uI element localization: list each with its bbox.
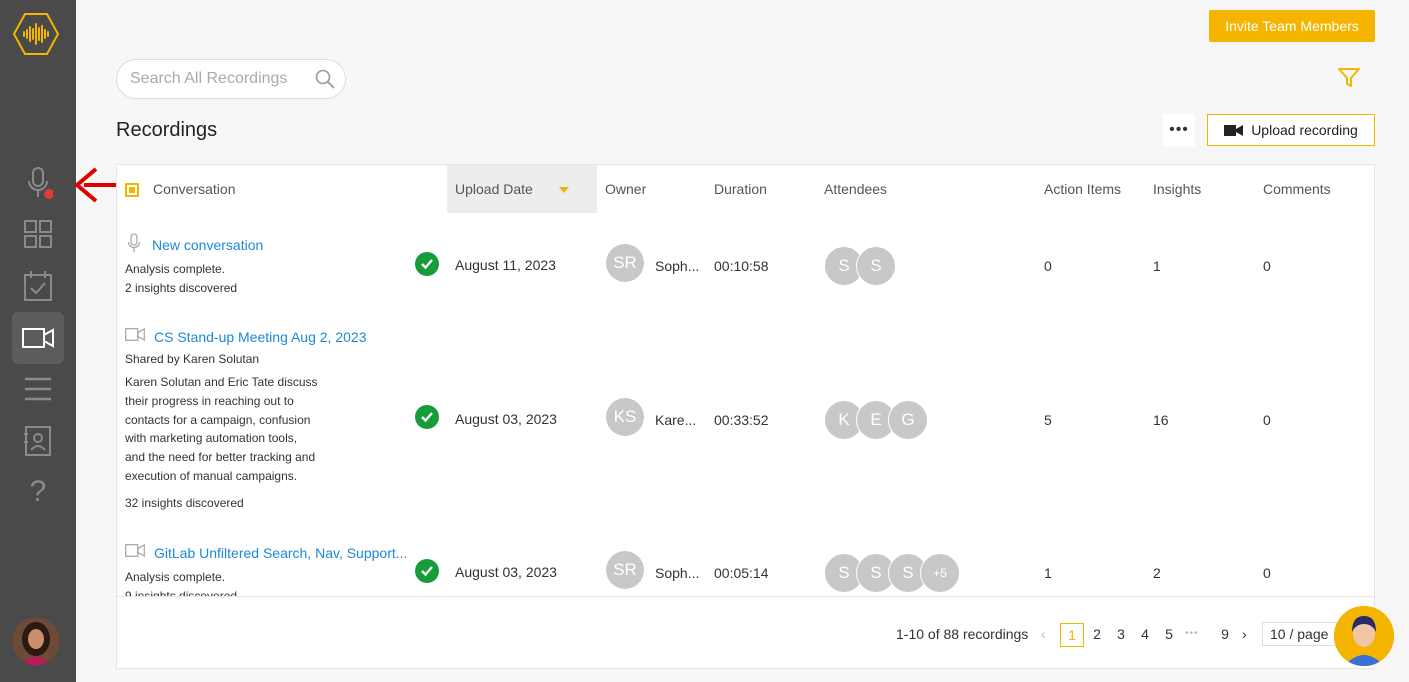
insights-value: 2 [1153,565,1161,581]
sidebar: ? [0,0,76,682]
comments-count: 0 [1263,412,1271,428]
upload-date: August 11, 2023 [455,257,556,273]
summary-line: Karen Solutan and Eric Tate discuss [125,375,318,389]
page-title: Recordings [116,119,218,141]
shared-by: Shared by Karen Solutan [125,352,260,366]
summary-line: their progress in reaching out to [125,394,294,408]
pagination: 1-10 of 88 recordings ‹ 1 2 3 4 5 ••• 9 … [117,596,1374,669]
microphone-icon [127,233,141,258]
next-page-icon[interactable]: › [1242,623,1247,645]
check-circle-icon [415,405,439,429]
logo-icon[interactable] [12,12,60,56]
notification-dot [44,189,53,199]
search-input[interactable] [128,69,312,89]
recordings-table: Conversation Upload Date Owner Duration … [116,164,1375,669]
help-icon[interactable]: ? [12,466,64,518]
comments-count: 0 [1263,565,1271,581]
owner-name: Soph... [655,565,700,581]
upload-recording-button[interactable]: Upload recording [1207,114,1375,146]
column-upload-date-label: Upload Date [455,181,533,197]
check-circle-icon [415,252,439,276]
video-camera-icon [125,543,145,562]
duration: 00:05:14 [714,565,769,581]
microphone-icon[interactable] [12,157,64,209]
insights-count: 9 insights discovered [125,589,238,596]
summary-line: and the need for better tracking and [125,450,316,464]
more-options-button[interactable]: ••• [1163,114,1195,146]
invite-team-members-button[interactable]: Invite Team Members [1209,10,1375,42]
user-avatar[interactable] [12,617,60,665]
insights-value: 1 [1153,258,1161,274]
page-1[interactable]: 1 [1060,623,1084,647]
conversation-link[interactable]: CS Stand-up Meeting Aug 2, 2023 [154,329,366,345]
column-upload-date[interactable]: Upload Date [447,165,597,213]
upload-date: August 03, 2023 [455,564,557,580]
column-insights[interactable]: Insights [1153,165,1201,213]
video-camera-icon [125,327,145,346]
contacts-icon[interactable] [12,415,64,467]
insights-count: 32 insights discovered [125,496,244,510]
column-comments[interactable]: Comments [1263,165,1331,213]
attendee-avatar: G [888,400,928,440]
sort-desc-icon[interactable] [559,187,569,193]
column-attendees[interactable]: Attendees [824,165,887,213]
column-action-items[interactable]: Action Items [1044,165,1121,213]
action-items-count: 5 [1044,412,1052,428]
analysis-status: Analysis complete. [125,262,226,276]
action-items-count: 0 [1044,258,1052,274]
owner-avatar: KS [606,398,644,436]
calendar-check-icon[interactable] [12,260,64,312]
page-9[interactable]: 9 [1219,623,1231,645]
prev-page-icon[interactable]: ‹ [1041,623,1046,645]
main-content: Invite Team Members Recordings ••• Uploa… [76,0,1409,682]
upload-date: August 03, 2023 [455,411,557,427]
summary-line: with marketing automation tools, [125,431,298,445]
dashboard-grid-icon[interactable] [12,208,64,260]
owner-name: Kare... [655,412,697,428]
conversation-link[interactable]: GitLab Unfiltered Search, Nav, Support..… [154,545,407,561]
owner-avatar: SR [606,551,644,589]
summary-line: execution of manual campaigns. [125,469,298,483]
filter-icon[interactable] [1338,68,1360,93]
table-body: New conversation Analysis complete. 2 in… [117,213,1374,596]
list-lines-icon[interactable] [12,363,64,415]
pagination-summary: 1-10 of 88 recordings [896,626,1029,642]
select-all-checkbox[interactable] [125,165,139,213]
owner-name: Soph... [655,258,700,274]
video-camera-icon[interactable] [12,312,64,364]
column-conversation[interactable]: Conversation [153,165,236,213]
page-4[interactable]: 4 [1139,623,1151,645]
attendee-avatar: S [856,246,896,286]
insights-value: 16 [1153,412,1169,428]
summary-line: contacts for a campaign, confusion [125,413,311,427]
comments-count: 0 [1263,258,1271,274]
upload-recording-label: Upload recording [1251,122,1358,138]
page-2[interactable]: 2 [1091,623,1103,645]
help-label: ? [29,475,47,508]
column-owner[interactable]: Owner [605,165,646,213]
owner-avatar: SR [606,244,644,282]
search-box[interactable] [116,59,346,99]
duration: 00:10:58 [714,258,769,274]
column-duration[interactable]: Duration [714,165,767,213]
check-circle-icon [415,559,439,583]
page-ellipsis[interactable]: ••• [1185,623,1199,645]
analysis-status: Analysis complete. [125,570,226,584]
page-5[interactable]: 5 [1163,623,1175,645]
attendees-more-badge[interactable]: +5 [920,553,960,593]
video-camera-icon [1224,124,1244,136]
conversation-link[interactable]: New conversation [152,237,263,253]
duration: 00:33:52 [714,412,769,428]
insights-count: 2 insights discovered [125,281,238,295]
search-icon[interactable] [315,69,335,94]
action-items-count: 1 [1044,565,1052,581]
page-3[interactable]: 3 [1115,623,1127,645]
assistant-avatar[interactable] [1334,606,1394,666]
